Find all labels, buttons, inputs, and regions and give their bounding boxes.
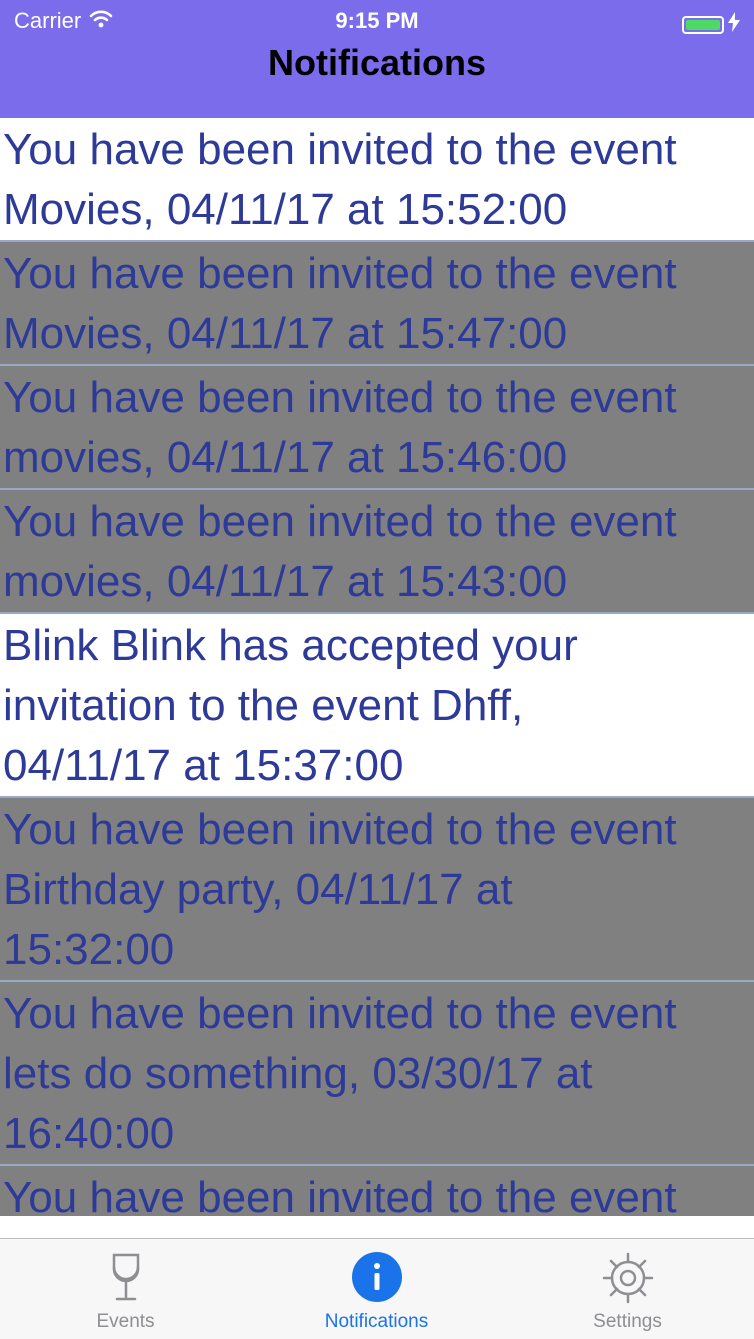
tab-notifications-label: Notifications — [324, 1311, 429, 1332]
notification-text-line: You have been invited to the event — [3, 805, 677, 854]
notification-list[interactable]: You have been invited to the event Movies… — [0, 118, 754, 1216]
tab-settings[interactable]: Settings — [502, 1239, 753, 1339]
notification-text-line: 16:40:00 — [3, 1109, 175, 1158]
notification-text-line: Blink Blink has accepted your — [3, 621, 578, 670]
notification-text-line: Birthday party, 04/11/17 at — [3, 865, 513, 914]
status-time: 9:15 PM — [335, 8, 419, 33]
notification-row[interactable]: You have been invited to the event Movies… — [0, 118, 754, 242]
page-title: Notifications — [267, 42, 486, 83]
tab-bar: Events Notifications Settings — [0, 1238, 754, 1339]
battery-indicator — [682, 12, 740, 38]
navigation-bar: Notifications — [0, 42, 754, 118]
notification-row[interactable]: You have been invited to the event Birthd… — [0, 798, 754, 982]
battery-icon — [682, 16, 724, 34]
notification-text-line: movies, 04/11/17 at 15:46:00 — [3, 433, 568, 482]
notification-text-line: You have been invited to the event — [3, 1173, 677, 1216]
charging-bolt-icon — [728, 12, 740, 38]
gear-icon — [602, 1252, 653, 1304]
notification-text-line: Movies, 04/11/17 at 15:52:00 — [3, 185, 568, 234]
notification-text-line: You have been invited to the event — [3, 989, 677, 1038]
notification-text-line: You have been invited to the event — [3, 125, 677, 174]
tab-events[interactable]: Events — [0, 1239, 251, 1339]
notification-text-line: invitation to the event Dhff, — [3, 681, 524, 730]
notification-text-line: You have been invited to the event — [3, 497, 677, 546]
notification-text-line: 15:32:00 — [3, 925, 175, 974]
tab-notifications[interactable]: Notifications — [251, 1239, 502, 1339]
notification-text-line: 04/11/17 at 15:37:00 — [3, 741, 404, 790]
notification-text-line: movies, 04/11/17 at 15:43:00 — [3, 557, 568, 606]
notification-text-line: You have been invited to the event — [3, 373, 677, 422]
info-icon — [351, 1252, 402, 1302]
notification-row[interactable]: You have been invited to the event Movies… — [0, 242, 754, 366]
notification-text-line: Movies, 04/11/17 at 15:47:00 — [3, 309, 568, 358]
notification-text-line: lets do something, 03/30/17 at — [3, 1049, 593, 1098]
tab-events-label: Events — [96, 1311, 155, 1332]
notification-text-line: You have been invited to the event — [3, 249, 677, 298]
tab-settings-label: Settings — [593, 1311, 662, 1332]
notification-row[interactable]: You have been invited to the event lets d… — [0, 982, 754, 1166]
notification-row[interactable]: You have been invited to the event movies… — [0, 366, 754, 490]
wine-glass-icon — [112, 1253, 139, 1301]
status-bar: Carrier 9:15 PM — [0, 0, 754, 42]
notification-row[interactable]: You have been invited to the event movies… — [0, 490, 754, 614]
notification-row[interactable]: Blink Blink has accepted your invitation … — [0, 614, 754, 798]
notification-row[interactable]: You have been invited to the event — [0, 1166, 754, 1216]
